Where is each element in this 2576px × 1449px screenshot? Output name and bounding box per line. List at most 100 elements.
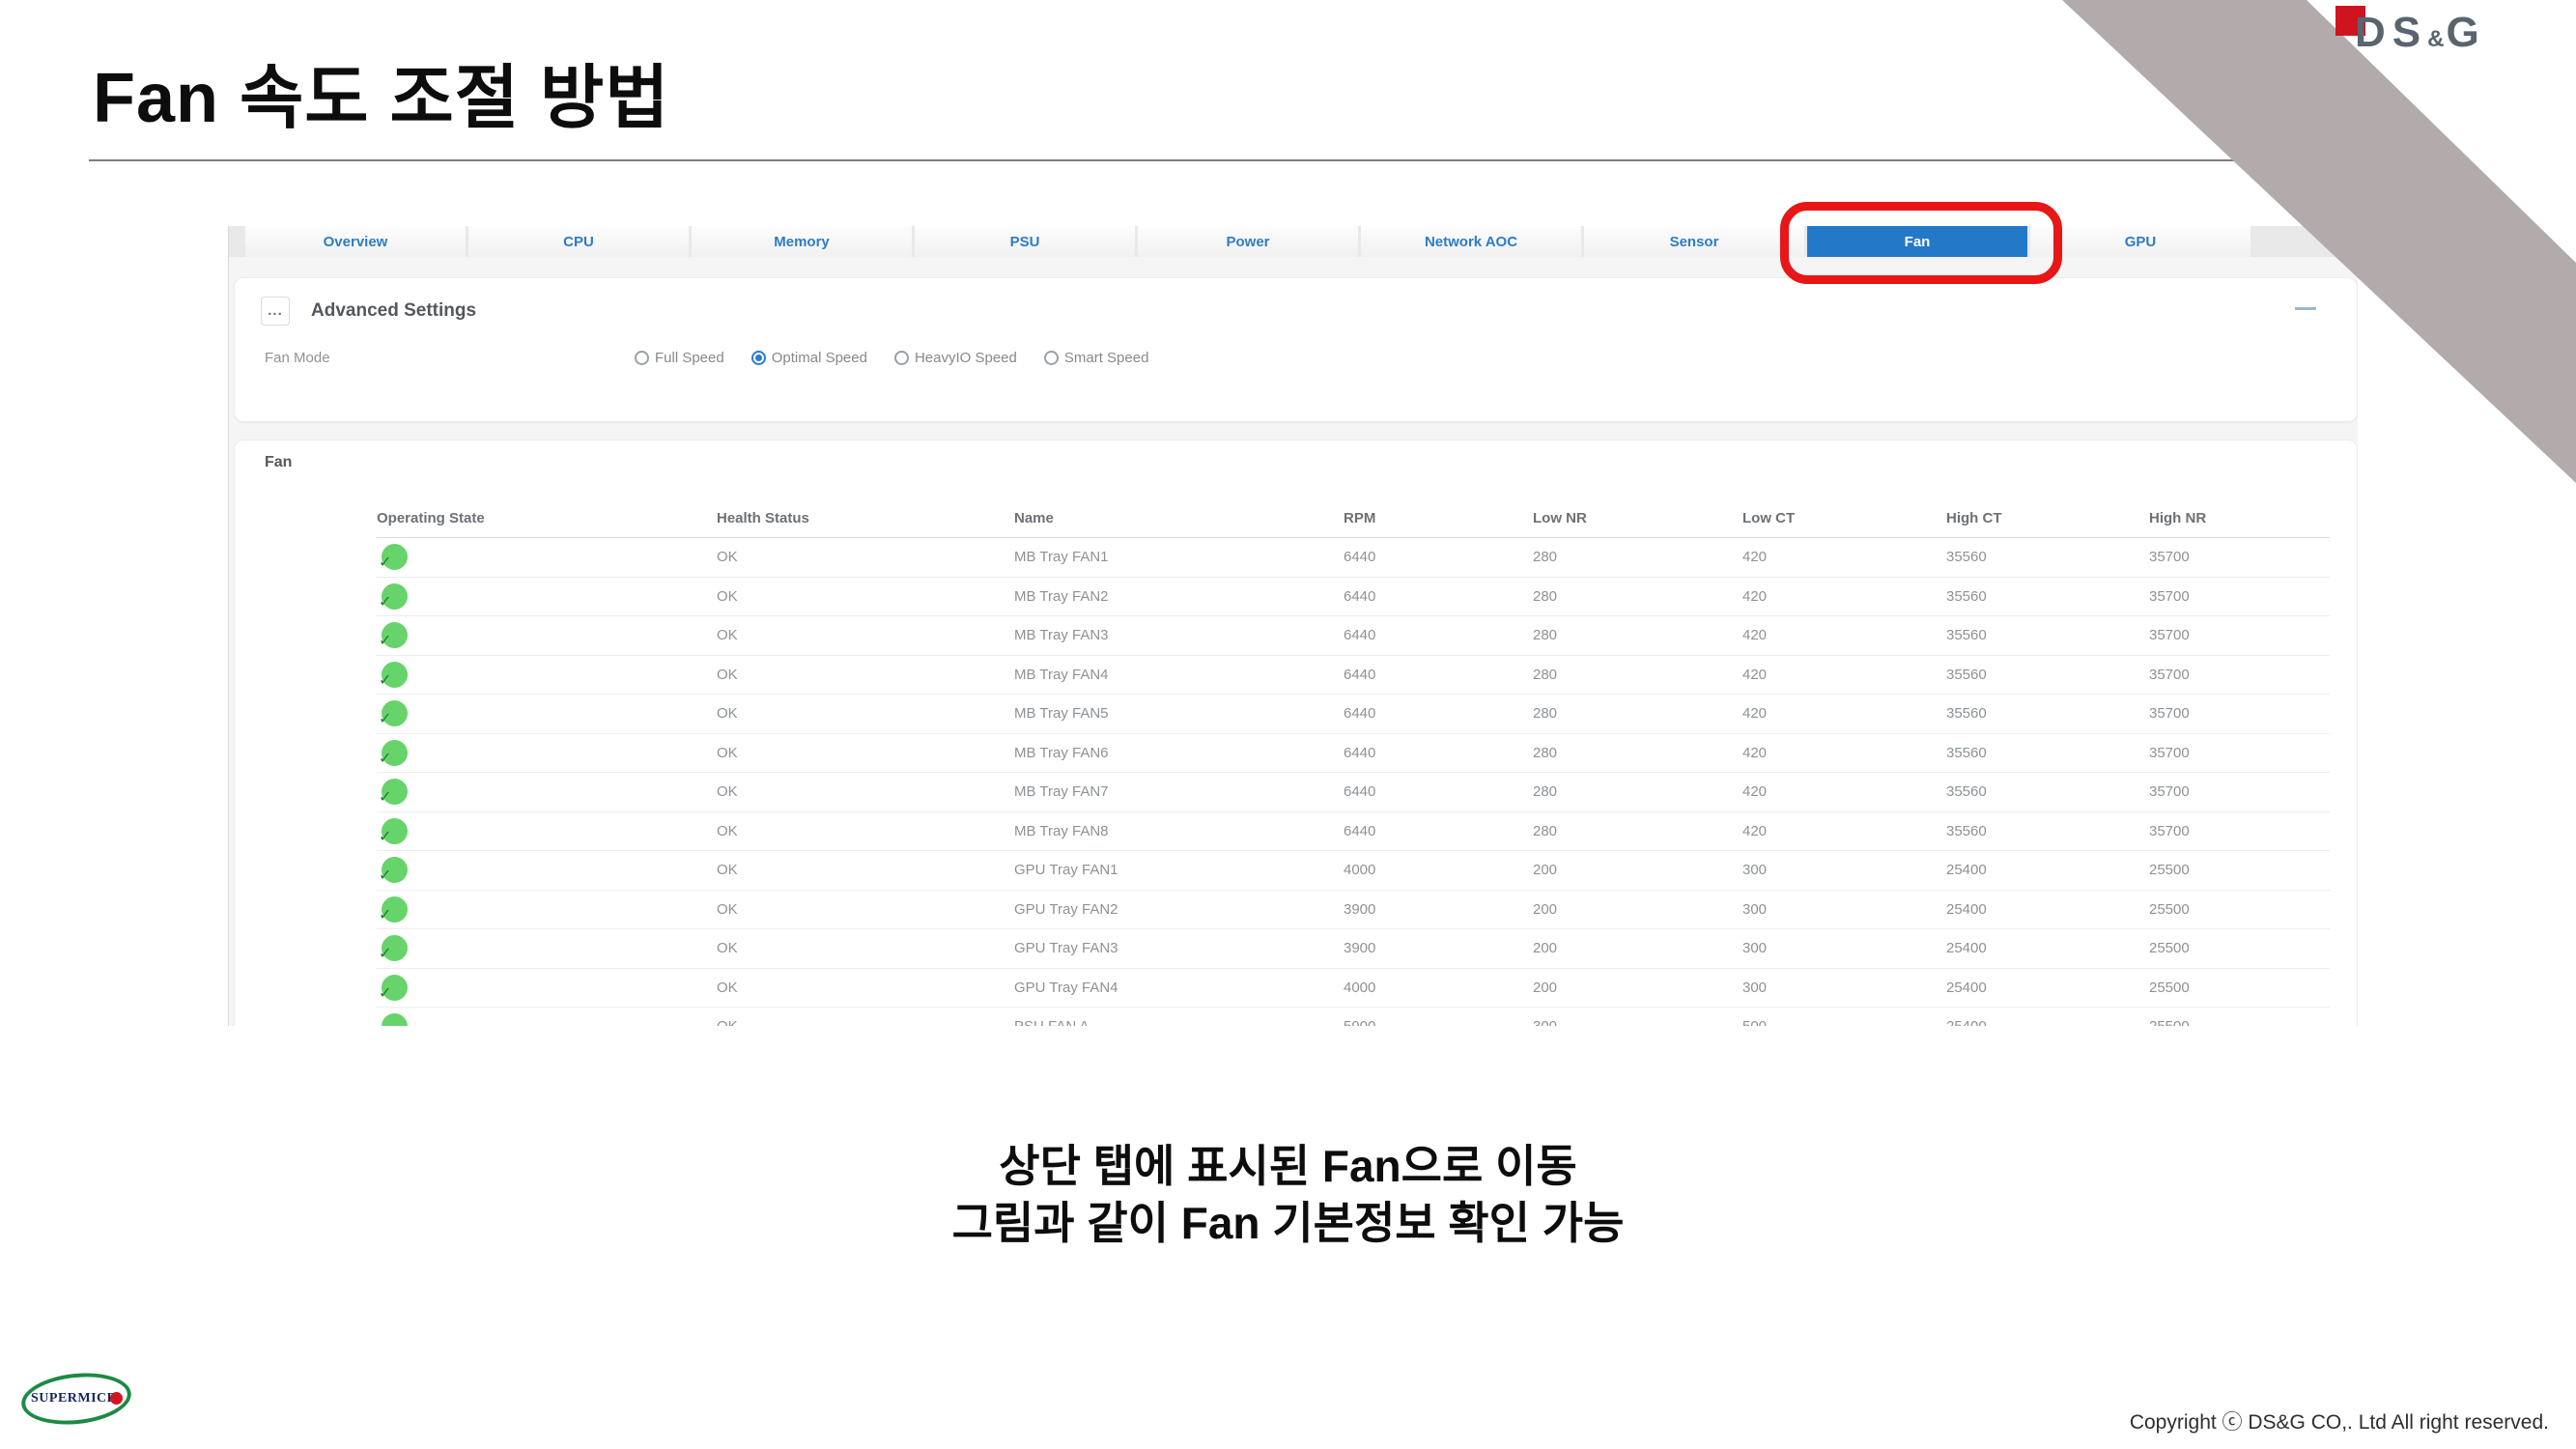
cell-low-nr: 280 <box>1533 549 1742 565</box>
cell-high-ct: 25400 <box>1946 980 2149 996</box>
slide: Fan 속도 조절 방법 DS&G OverviewCPU Memory PSUPo… <box>0 0 2576 1449</box>
cell-low-ct: 500 <box>1742 1018 1946 1026</box>
cell-health-status: OK <box>717 823 1014 839</box>
radio-circle-icon[interactable] <box>751 351 766 365</box>
radio-label: Optimal Speed <box>772 350 867 366</box>
cell-high-ct: 35560 <box>1946 549 2149 565</box>
cell-high-ct: 35560 <box>1946 705 2149 722</box>
cell-high-ct: 35560 <box>1946 823 2149 839</box>
tab-memory[interactable]: Memory <box>692 226 912 257</box>
tab-psu[interactable]: PSU <box>915 226 1135 257</box>
cell-health-status: OK <box>717 549 1014 565</box>
green-check-icon <box>382 740 408 766</box>
green-check-icon <box>382 1013 408 1026</box>
operating-state-cell <box>377 969 717 1008</box>
column-header-low-ct: Low CT <box>1742 510 1946 526</box>
column-header-name: Name <box>1014 510 1344 526</box>
cell-low-nr: 280 <box>1533 667 1742 683</box>
table-row-mb-tray-fan7: OKMB Tray FAN764402804203556035700 <box>377 773 2330 812</box>
cell-high-nr: 35700 <box>2149 627 2330 643</box>
column-header-high-ct: High CT <box>1946 510 2149 526</box>
cell-name: MB Tray FAN1 <box>1014 549 1344 565</box>
table-row-mb-tray-fan1: OKMB Tray FAN164402804203556035700 <box>377 538 2330 578</box>
radio-label: HeavyIO Speed <box>915 350 1017 366</box>
cell-high-nr: 25500 <box>2149 940 2330 956</box>
cell-high-nr: 35700 <box>2149 705 2330 722</box>
cell-high-ct: 35560 <box>1946 745 2149 761</box>
cell-low-ct: 420 <box>1742 549 1946 565</box>
tab-label: Memory <box>774 234 830 250</box>
tab-network-aoc[interactable]: Network AOC <box>1361 226 1581 257</box>
tab-label: GPU <box>2125 234 2157 250</box>
cell-name: GPU Tray FAN1 <box>1014 862 1344 878</box>
table-row-mb-tray-fan6: OKMB Tray FAN664402804203556035700 <box>377 734 2330 774</box>
fan-table-body: OKMB Tray FAN164402804203556035700OKMB T… <box>377 538 2330 1026</box>
radio-optimal-speed[interactable]: Optimal Speed <box>751 350 867 366</box>
title-underline <box>89 159 2484 161</box>
cell-low-nr: 200 <box>1533 940 1742 956</box>
radio-circle-icon[interactable] <box>1044 351 1059 365</box>
cell-health-status: OK <box>717 940 1014 956</box>
operating-state-cell <box>377 1008 717 1026</box>
cell-low-ct: 420 <box>1742 667 1946 683</box>
radio-label: Full Speed <box>655 350 724 366</box>
page-title: Fan 속도 조절 방법 <box>93 41 669 142</box>
cell-rpm: 6440 <box>1344 705 1533 722</box>
radio-full-speed[interactable]: Full Speed <box>635 350 724 366</box>
cell-name: MB Tray FAN4 <box>1014 667 1344 683</box>
operating-state-cell <box>377 695 717 733</box>
cell-high-nr: 25500 <box>2149 862 2330 878</box>
cell-high-nr: 35700 <box>2149 823 2330 839</box>
cell-low-nr: 280 <box>1533 745 1742 761</box>
fan-mode-radio-group: Full Speed Optimal Speed HeavyIO Speed Smar… <box>635 350 1148 366</box>
collapse-panel-button[interactable] <box>2295 307 2316 310</box>
fan-mode-row: Fan Mode Full SpeedOptimal SpeedHeavyIO … <box>265 350 2293 366</box>
operating-state-cell <box>377 538 717 577</box>
cell-name: PSU FAN A <box>1014 1018 1344 1026</box>
cell-high-ct: 25400 <box>1946 1018 2149 1026</box>
cell-low-ct: 420 <box>1742 783 1946 800</box>
cell-low-nr: 200 <box>1533 980 1742 996</box>
cell-low-ct: 300 <box>1742 901 1946 918</box>
radio-circle-icon[interactable] <box>894 351 909 365</box>
radio-label: Smart Speed <box>1064 350 1149 366</box>
fan-table: Operating StateHealth StatusNameRPMLow N… <box>377 498 2330 1026</box>
cell-high-ct: 35560 <box>1946 588 2149 605</box>
cell-high-nr: 25500 <box>2149 1018 2330 1026</box>
green-check-icon <box>382 818 408 844</box>
tab-sensor[interactable]: Sensor <box>1584 226 1804 257</box>
cell-health-status: OK <box>717 667 1014 683</box>
cell-name: MB Tray FAN2 <box>1014 588 1344 605</box>
ellipsis-icon[interactable]: ... <box>261 297 290 326</box>
dsg-logo-g: G <box>2446 9 2485 56</box>
tab-overview[interactable]: Overview <box>245 226 466 257</box>
cell-low-ct: 420 <box>1742 705 1946 722</box>
note-line-2: 그림과 같이 Fan 기본정보 확인 가능 <box>0 1195 2576 1252</box>
cell-rpm: 3900 <box>1344 901 1533 918</box>
cell-high-nr: 35700 <box>2149 783 2330 800</box>
cell-name: GPU Tray FAN4 <box>1014 980 1344 996</box>
cell-health-status: OK <box>717 862 1014 878</box>
cell-rpm: 6440 <box>1344 627 1533 643</box>
radio-heavyio-speed[interactable]: HeavyIO Speed <box>894 350 1017 366</box>
green-check-icon <box>382 975 408 1001</box>
slide-note: 상단 탭에 표시된 Fan으로 이동 그림과 같이 Fan 기본정보 확인 가능 <box>0 1138 2576 1252</box>
tab-cpu[interactable]: CPU <box>468 226 689 257</box>
radio-smart-speed[interactable]: Smart Speed <box>1044 350 1149 366</box>
tab-gpu[interactable]: GPU <box>2030 226 2250 257</box>
cell-name: MB Tray FAN5 <box>1014 705 1344 722</box>
cell-health-status: OK <box>717 980 1014 996</box>
cell-low-ct: 420 <box>1742 627 1946 643</box>
radio-circle-icon[interactable] <box>635 351 649 365</box>
table-row-gpu-tray-fan2: OKGPU Tray FAN239002003002540025500 <box>377 891 2330 930</box>
operating-state-cell <box>377 812 717 851</box>
tab-power[interactable]: Power <box>1138 226 1358 257</box>
supermicro-logo-text: SUPERMICR <box>31 1391 117 1406</box>
note-line-1: 상단 탭에 표시된 Fan으로 이동 <box>0 1138 2576 1195</box>
dsg-logo-text: DS <box>2355 9 2427 56</box>
cell-low-nr: 300 <box>1533 1018 1742 1026</box>
cell-name: MB Tray FAN8 <box>1014 823 1344 839</box>
green-check-icon <box>382 935 408 961</box>
dsg-logo-amp: & <box>2427 26 2446 52</box>
advanced-settings-panel: ... Advanced Settings Fan Mode Full Spee… <box>234 277 2358 422</box>
